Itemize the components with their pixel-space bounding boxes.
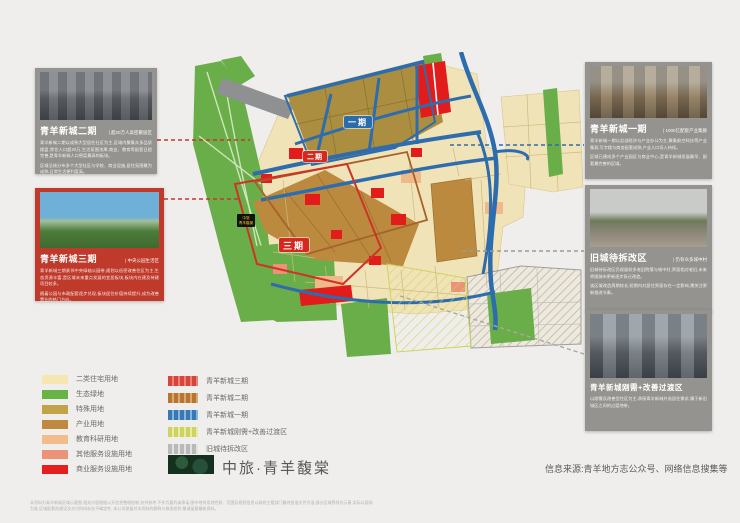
transition-body: 以刚需及改善型住区为主,承接青羊新城外溢居住需求,属于新旧城区之间的过渡地带。 xyxy=(590,396,707,409)
phase2-subtitle: | 超20万人高密聚居区 xyxy=(109,130,152,136)
phase2-body: 区域沿线分布多个大型社区与学校、商业设施,居住氛围最为成熟,日常生活便利度高。 xyxy=(40,163,152,176)
disclaimer-text: 本资料为青羊新城区域示意图,相关内容根据公开信息整理绘制,仅供参考,不作为要约或… xyxy=(30,500,375,513)
legend-swatch-education xyxy=(42,435,68,444)
map-east-parcels xyxy=(501,90,583,192)
legend-swatch-phase3 xyxy=(168,376,198,386)
legend-row-zone-old-town: 旧城待拆改区 xyxy=(168,444,248,454)
legend-swatch-special xyxy=(42,405,68,414)
legend-label: 青羊新城刚需+改善过渡区 xyxy=(206,427,287,437)
phase2-photo xyxy=(40,72,152,120)
legend-row-industry: 产业用地 xyxy=(42,419,104,429)
legend-row-business: 商业服务设施用地 xyxy=(42,464,132,474)
old-town-photo xyxy=(590,189,707,247)
map-label-phase3: 三期 xyxy=(279,238,309,252)
phase3-title: 青羊新城三期 xyxy=(40,252,97,265)
legend-swatch-residential xyxy=(42,375,68,384)
old-town-body: 该区域改造周期较长,短期内对居住界面存在一定影响,需关注更新推进节奏。 xyxy=(590,283,707,296)
map-label-phase2-text: 二期 xyxy=(307,152,323,162)
map-label-phase1: 一期 xyxy=(344,116,372,128)
legend-label: 旧城待拆改区 xyxy=(206,444,248,454)
map-label-phase2: 二期 xyxy=(303,151,327,162)
legend-label: 商业服务设施用地 xyxy=(76,464,132,474)
legend-swatch-phase1 xyxy=(168,410,198,420)
legend-swatch-industry xyxy=(42,420,68,429)
panel-phase3: 青羊新城三期 | 中央公园生活区 青羊新城三期紧邻中央绿轴公园带,规划以低密改善… xyxy=(35,188,164,301)
phase2-body: 青羊新城二期以成熟大型居住社区为主,区域内聚集众多品质楼盘,常住人口超20万,生… xyxy=(40,140,152,160)
legend-label: 特殊用地 xyxy=(76,404,104,414)
phase3-photo xyxy=(40,192,159,248)
old-town-body: 旧城待拆改区仍保留较多老旧院落与城中村,界面相对老旧,未来将随城市更新逐步拆迁改… xyxy=(590,267,707,280)
legend-label: 教育科研用地 xyxy=(76,434,118,444)
legend-row-zone-phase1: 青羊新城一期 xyxy=(168,410,248,420)
disclaimer-line2: 本公司保留对本资料的解释与修改权利,敬请留意最新资料。 xyxy=(113,506,218,511)
legend-row-eco-green: 生态绿地 xyxy=(42,389,104,399)
phase1-body: 青羊新城一期以总部经济与产业办公为主,聚集航空科技等产业集群,写字楼与商务配套成… xyxy=(590,138,707,151)
legend-label: 青羊新城三期 xyxy=(206,376,248,386)
land-use-map: 一期 二期 三期 中旅 青羊馥棠 xyxy=(165,52,585,377)
map-industry-parcel-east xyxy=(431,178,477,262)
brand-logo-image xyxy=(168,455,214,474)
phase1-subtitle: | 1000亿配套产业集群 xyxy=(663,128,707,134)
legend-label: 产业用地 xyxy=(76,419,104,429)
map-project-marker: 中旅 青羊馥棠 xyxy=(237,214,255,227)
legend-swatch-business xyxy=(42,465,68,474)
legend-row-zone-transition: 青羊新城刚需+改善过渡区 xyxy=(168,427,287,437)
legend-swatch-other-service xyxy=(42,450,68,459)
phase1-title: 青羊新城一期 xyxy=(590,122,647,135)
panel-old-town: 旧城待拆改区 | 仍有众多城中村 旧城待拆改区仍保留较多老旧院落与城中村,界面相… xyxy=(585,185,712,312)
map-project-name-line2: 青羊馥棠 xyxy=(239,221,253,226)
phase3-body: 随着公园与市政配套逐步兑现,板块居住价值持续提升,成为改善置业的热门方向。 xyxy=(40,291,159,304)
legend-label: 二类住宅用地 xyxy=(76,374,118,384)
panel-transition: 青羊新城刚需+改善过渡区 以刚需及改善型住区为主,承接青羊新城外溢居住需求,属于… xyxy=(585,310,712,431)
phase3-body: 青羊新城三期紧邻中央绿轴公园带,规划以低密改善住区为主,生态资源丰富,是区域未来… xyxy=(40,268,159,288)
panel-phase1: 青羊新城一期 | 1000亿配套产业集群 青羊新城一期以总部经济与产业办公为主,… xyxy=(585,62,712,179)
brand-logo-text: 中旅·青羊馥棠 xyxy=(222,457,331,478)
map-canvas xyxy=(165,52,585,377)
legend-row-other-service: 其他服务设施用地 xyxy=(42,449,132,459)
legend-row-zone-phase3: 青羊新城三期 xyxy=(168,376,248,386)
transition-title: 青羊新城刚需+改善过渡区 xyxy=(590,382,683,393)
legend-swatch-eco-green xyxy=(42,390,68,399)
phase1-body: 区域已建成多个产业园区与商业中心,是青羊新城发展最早、配套最完善的区域。 xyxy=(590,154,707,167)
map-eco-green-bottom-center xyxy=(341,298,391,357)
phase1-photo xyxy=(590,66,707,118)
legend-row-residential: 二类住宅用地 xyxy=(42,374,118,384)
phase2-title: 青羊新城二期 xyxy=(40,124,97,137)
legend-swatch-phase2 xyxy=(168,393,198,403)
old-town-subtitle: | 仍有众多城中村 xyxy=(673,257,707,263)
panel-phase2: 青羊新城二期 | 超20万人高密聚居区 青羊新城二期以成熟大型居住社区为主,区域… xyxy=(35,68,157,174)
map-label-phase3-text: 三期 xyxy=(283,239,305,252)
legend-swatch-transition xyxy=(168,427,198,437)
legend-row-education: 教育科研用地 xyxy=(42,434,118,444)
transition-photo xyxy=(590,314,707,378)
legend-label: 青羊新城二期 xyxy=(206,393,248,403)
phase3-subtitle: | 中央公园生活区 xyxy=(125,258,159,264)
map-label-phase1-text: 一期 xyxy=(348,117,368,128)
legend-label: 青羊新城一期 xyxy=(206,410,248,420)
legend-label: 其他服务设施用地 xyxy=(76,449,132,459)
legend-row-zone-phase2: 青羊新城二期 xyxy=(168,393,248,403)
legend-label: 生态绿地 xyxy=(76,389,104,399)
legend-swatch-old-town xyxy=(168,444,198,454)
source-note: 信息来源:青羊地方志公众号、网络信息搜集等 xyxy=(545,462,728,475)
legend-row-special: 特殊用地 xyxy=(42,404,104,414)
old-town-title: 旧城待拆改区 xyxy=(590,251,647,264)
zone-overlay-transition xyxy=(387,264,471,352)
